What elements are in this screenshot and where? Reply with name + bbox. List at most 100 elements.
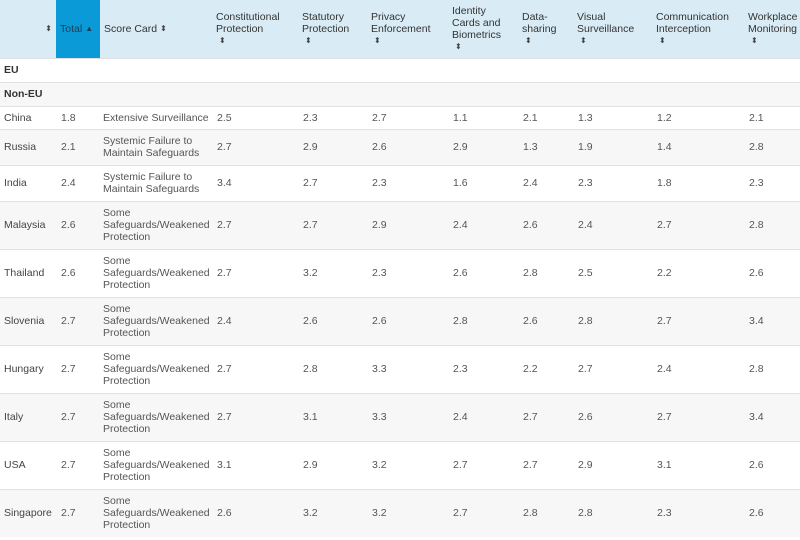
cell-communication: 1.8 [652,164,744,201]
cell-workplace: 2.8 [744,344,800,393]
cell-country: Hungary [0,344,56,393]
group-row-eu[interactable]: EU [0,57,800,82]
cell-communication: 1.4 [652,128,744,165]
table-row: India 2.4 Systemic Failure to Maintain Saf… [0,164,800,201]
cell-statutory: 2.9 [298,128,367,165]
column-header-visual-surveillance[interactable]: Visual Surveillance⬍ [573,0,652,58]
sort-unsorted-icon[interactable]: ⬍ [45,23,52,35]
cell-identity: 2.8 [448,296,518,345]
table-row: Russia 2.1 Systemic Failure to Maintain Sa… [0,128,800,165]
cell-score-card: Some Safeguards/Weakened Protection [100,344,212,393]
cell-country: India [0,164,56,201]
column-header-statutory-protection[interactable]: Statutory Protection⬍ [298,0,367,58]
cell-data-sharing: 2.1 [518,105,573,129]
cell-communication: 2.7 [652,200,744,249]
column-header-data-sharing[interactable]: Data-sharing⬍ [518,0,573,58]
cell-data-sharing: 2.2 [518,344,573,393]
cell-workplace: 3.4 [744,296,800,345]
column-header-label: Total [60,22,83,35]
cell-identity: 1.6 [448,164,518,201]
cell-identity: 1.1 [448,105,518,129]
group-label: EU [0,57,800,82]
table-row: Hungary 2.7 Some Safeguards/Weakened Prote… [0,344,800,393]
cell-privacy: 2.7 [367,105,448,129]
cell-score-card: Systemic Failure to Maintain Safeguards [100,128,212,165]
cell-privacy: 3.3 [367,344,448,393]
sort-unsorted-icon[interactable]: ⬍ [455,41,462,53]
cell-privacy: 2.9 [367,200,448,249]
cell-visual: 2.8 [573,296,652,345]
cell-total: 2.7 [56,488,100,537]
column-header-label: Score Card [104,22,158,35]
cell-constitutional: 2.4 [212,296,298,345]
sort-unsorted-icon[interactable]: ⬍ [659,35,666,47]
column-header-privacy-enforcement[interactable]: Privacy Enforcement⬍ [367,0,448,58]
cell-visual: 2.4 [573,200,652,249]
cell-constitutional: 2.7 [212,344,298,393]
column-header-communication-interception[interactable]: Communication Interception⬍ [652,0,744,58]
cell-data-sharing: 2.6 [518,200,573,249]
cell-total: 1.8 [56,105,100,129]
table-body: EU Non-EU China 1.8 Extensive Surveillance… [0,57,800,537]
sort-ascending-icon[interactable]: ▲ [85,23,93,35]
cell-country: Italy [0,392,56,441]
cell-communication: 3.1 [652,440,744,489]
cell-constitutional: 2.7 [212,248,298,297]
cell-workplace: 2.6 [744,440,800,489]
cell-country: China [0,105,56,129]
cell-communication: 1.2 [652,105,744,129]
column-header-label: Privacy Enforcement [371,10,431,35]
cell-constitutional: 2.6 [212,488,298,537]
cell-data-sharing: 2.7 [518,440,573,489]
cell-country: Singapore [0,488,56,537]
sort-unsorted-icon[interactable]: ⬍ [219,35,226,47]
cell-communication: 2.2 [652,248,744,297]
sort-unsorted-icon[interactable]: ⬍ [374,35,381,47]
cell-visual: 2.9 [573,440,652,489]
table-row: Singapore 2.7 Some Safeguards/Weakened Pro… [0,488,800,537]
cell-data-sharing: 1.3 [518,128,573,165]
column-header-total[interactable]: Total ▲ [56,0,100,58]
column-header-constitutional-protection[interactable]: Constitutional Protection⬍ [212,0,298,58]
cell-visual: 1.3 [573,105,652,129]
sort-unsorted-icon[interactable]: ⬍ [580,35,587,47]
column-header-label: Identity Cards and Biometrics [452,4,502,41]
cell-visual: 2.7 [573,344,652,393]
column-header-identity-cards-biometrics[interactable]: Identity Cards and Biometrics⬍ [448,0,518,58]
cell-statutory: 2.6 [298,296,367,345]
cell-workplace: 2.6 [744,488,800,537]
cell-communication: 2.7 [652,296,744,345]
cell-statutory: 2.3 [298,105,367,129]
column-header-country[interactable]: ⬍ [0,0,56,58]
cell-workplace: 2.3 [744,164,800,201]
cell-score-card: Systemic Failure to Maintain Safeguards [100,164,212,201]
cell-privacy: 3.3 [367,392,448,441]
cell-workplace: 2.6 [744,248,800,297]
cell-privacy: 3.2 [367,488,448,537]
sort-unsorted-icon[interactable]: ⬍ [160,23,167,35]
cell-statutory: 2.8 [298,344,367,393]
cell-country: USA [0,440,56,489]
header-row: ⬍ Total ▲ Score Card ⬍ Constitutional Protect… [0,0,800,58]
cell-communication: 2.7 [652,392,744,441]
cell-visual: 2.3 [573,164,652,201]
cell-visual: 1.9 [573,128,652,165]
cell-data-sharing: 2.8 [518,248,573,297]
column-header-label: Constitutional Protection [216,10,280,35]
cell-country: Malaysia [0,200,56,249]
cell-privacy: 2.3 [367,164,448,201]
sort-unsorted-icon[interactable]: ⬍ [525,35,532,47]
cell-statutory: 3.1 [298,392,367,441]
cell-country: Thailand [0,248,56,297]
group-row-non-eu[interactable]: Non-EU [0,81,800,106]
column-header-score-card[interactable]: Score Card ⬍ [100,0,212,58]
cell-statutory: 2.7 [298,200,367,249]
cell-identity: 2.4 [448,200,518,249]
column-header-workplace-monitoring[interactable]: Workplace Monitoring⬍ [744,0,800,58]
cell-statutory: 2.9 [298,440,367,489]
column-header-label: Visual Surveillance [577,10,635,35]
cell-identity: 2.4 [448,392,518,441]
sort-unsorted-icon[interactable]: ⬍ [751,35,758,47]
cell-identity: 2.3 [448,344,518,393]
sort-unsorted-icon[interactable]: ⬍ [305,35,312,47]
